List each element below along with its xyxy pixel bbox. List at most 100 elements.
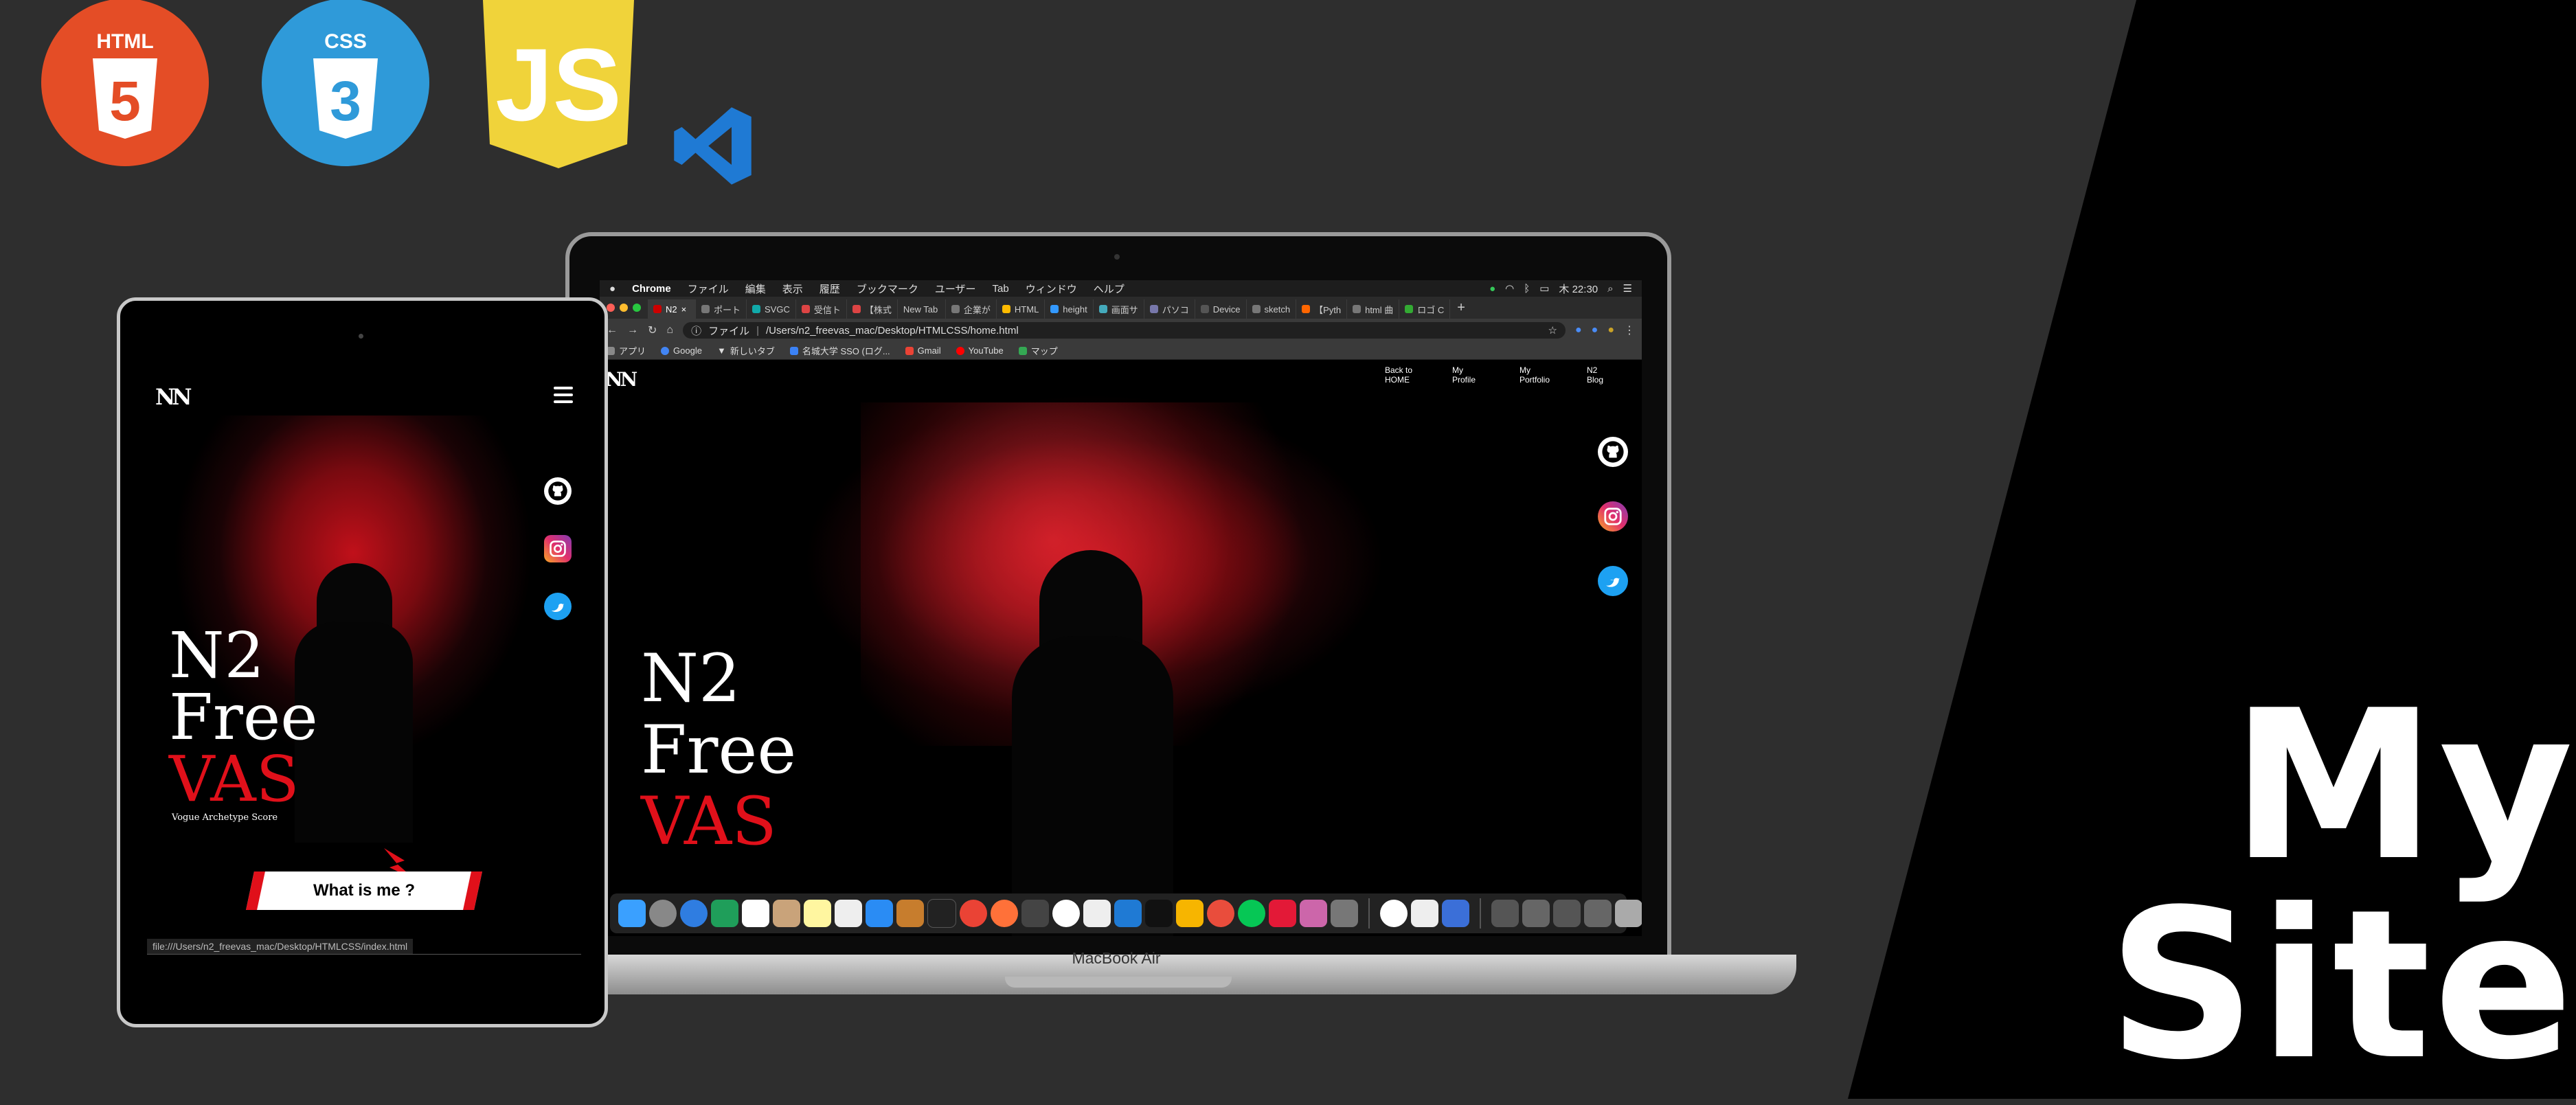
menubar-item-edit[interactable]: 編集 <box>745 282 766 296</box>
reload-icon[interactable]: ↻ <box>648 323 657 337</box>
profile-avatar[interactable]: ● <box>1607 324 1614 337</box>
menubar-item-help[interactable]: ヘルプ <box>1094 282 1125 296</box>
twitter-icon[interactable] <box>544 593 572 620</box>
finder-icon[interactable] <box>618 900 646 927</box>
app-icon[interactable] <box>1145 900 1173 927</box>
menubar-item-file[interactable]: ファイル <box>688 282 729 296</box>
forward-arrow-icon[interactable]: → <box>627 324 638 337</box>
color-picker-icon[interactable] <box>1052 900 1080 927</box>
bookmark-meijo-sso[interactable]: 名城大学 SSO (ログ... <box>789 344 890 357</box>
app-icon[interactable] <box>1269 900 1296 927</box>
app-icon[interactable] <box>1083 900 1111 927</box>
tab-item[interactable]: パソコ <box>1144 299 1195 319</box>
excel-icon[interactable] <box>711 900 738 927</box>
back-arrow-icon[interactable]: ← <box>607 324 618 337</box>
preview-icon[interactable] <box>896 900 924 927</box>
app-store-icon[interactable] <box>866 900 893 927</box>
screenshot-icon[interactable] <box>1442 900 1469 927</box>
window-thumbnail[interactable] <box>1522 900 1550 927</box>
close-icon[interactable]: × <box>681 304 687 315</box>
nav-my-portfolio[interactable]: My Portfolio <box>1519 365 1561 385</box>
close-window-button[interactable] <box>607 304 615 312</box>
menubar-item-view[interactable]: 表示 <box>782 282 803 296</box>
app-icon[interactable] <box>1300 900 1327 927</box>
tab-item[interactable]: HTML <box>996 299 1046 319</box>
chrome-icon[interactable] <box>960 900 987 927</box>
what-is-me-button[interactable]: What is me ? <box>246 872 482 910</box>
system-preferences-icon[interactable] <box>1331 900 1358 927</box>
maximize-window-button[interactable] <box>633 304 641 312</box>
window-thumbnail[interactable] <box>1553 900 1581 927</box>
music-icon[interactable] <box>1380 900 1408 927</box>
notes-icon[interactable] <box>773 900 800 927</box>
app-icon[interactable] <box>1021 900 1049 927</box>
menubar-item-bookmarks[interactable]: ブックマーク <box>857 282 918 296</box>
bluetooth-icon[interactable]: ᛒ <box>1524 283 1530 295</box>
instagram-icon[interactable] <box>544 535 572 562</box>
tab-item[interactable]: 企業が <box>945 299 997 319</box>
tab-item[interactable]: 受信ト <box>795 299 847 319</box>
control-center-icon[interactable]: ☰ <box>1623 282 1632 295</box>
bookmark-youtube[interactable]: YouTube <box>956 345 1004 356</box>
nav-my-profile[interactable]: My Profile <box>1452 365 1493 385</box>
document-icon[interactable] <box>1411 900 1438 927</box>
launchpad-icon[interactable] <box>649 900 677 927</box>
twitter-icon[interactable] <box>1598 566 1628 596</box>
address-bar[interactable]: ⓘ ファイル | /Users/n2_freevas_mac/Desktop/H… <box>683 322 1566 339</box>
tab-item[interactable]: 【株式 <box>846 299 898 319</box>
safari-icon[interactable] <box>680 900 708 927</box>
line-icon[interactable]: ● <box>1489 283 1495 295</box>
menubar-item-window[interactable]: ウィンドウ <box>1026 282 1077 296</box>
trash-icon[interactable] <box>1615 900 1642 927</box>
window-thumbnail[interactable] <box>1584 900 1612 927</box>
bookmark-maps[interactable]: マップ <box>1018 344 1058 357</box>
tab-item[interactable]: html 曲 <box>1347 299 1400 319</box>
tab-n2[interactable]: N2 × <box>648 299 696 319</box>
minimize-window-button[interactable] <box>620 304 628 312</box>
extension-icon[interactable]: ● <box>1592 324 1598 337</box>
spotlight-icon[interactable]: ⌕ <box>1607 283 1613 295</box>
firefox-icon[interactable] <box>991 900 1018 927</box>
battery-icon[interactable]: ▭ <box>1539 282 1549 295</box>
bookmark-google[interactable]: Google <box>661 345 702 356</box>
tab-item[interactable]: New Tab <box>897 299 946 319</box>
tablet-site-logo[interactable]: NN <box>155 384 192 410</box>
bookmark-star-icon[interactable]: ☆ <box>1548 324 1557 337</box>
info-icon[interactable]: ⓘ <box>691 323 701 338</box>
menubar-app-name[interactable]: Chrome <box>632 283 671 295</box>
github-icon[interactable] <box>1598 437 1628 467</box>
tab-item[interactable]: Device <box>1195 299 1247 319</box>
tab-item[interactable]: 【Pyth <box>1296 299 1348 319</box>
nav-n2-blog[interactable]: N2 Blog <box>1587 365 1628 385</box>
hamburger-menu-icon[interactable] <box>554 387 573 407</box>
apple-icon[interactable]: ● <box>609 283 615 295</box>
calendar-icon[interactable] <box>742 900 769 927</box>
tab-item[interactable]: SVGC <box>747 299 796 319</box>
site-logo[interactable]: NN <box>605 368 637 391</box>
tab-item[interactable]: ロゴ C <box>1399 299 1451 319</box>
photos-icon[interactable] <box>1207 900 1234 927</box>
terminal-icon[interactable] <box>927 899 956 928</box>
tab-item[interactable]: sketch <box>1246 299 1297 319</box>
bookmark-gmail[interactable]: Gmail <box>905 345 941 356</box>
tab-item[interactable]: ポート <box>696 299 747 319</box>
menubar-item-history[interactable]: 履歴 <box>820 282 840 296</box>
bookmark-newtab[interactable]: ▼ 新しいタブ <box>717 344 775 357</box>
github-icon[interactable] <box>544 477 572 505</box>
menubar-item-tab[interactable]: Tab <box>993 283 1009 295</box>
tab-item[interactable]: 画面サ <box>1093 299 1144 319</box>
menubar-item-user[interactable]: ユーザー <box>935 282 976 296</box>
home-icon[interactable]: ⌂ <box>666 324 673 337</box>
stickies-icon[interactable] <box>804 900 831 927</box>
window-thumbnail[interactable] <box>1491 900 1519 927</box>
tab-item[interactable]: height <box>1045 299 1094 319</box>
more-menu-icon[interactable]: ⋮ <box>1624 323 1635 337</box>
sketch-icon[interactable] <box>1176 900 1204 927</box>
vscode-dock-icon[interactable] <box>1114 900 1142 927</box>
new-tab-button[interactable]: + <box>1450 300 1472 319</box>
textedit-icon[interactable] <box>835 900 862 927</box>
wifi-icon[interactable]: ◠ <box>1505 282 1514 295</box>
bookmark-apps[interactable]: アプリ <box>607 344 646 357</box>
extension-icon[interactable]: ● <box>1575 324 1582 337</box>
nav-back-to-home[interactable]: Back to HOME <box>1385 365 1426 385</box>
